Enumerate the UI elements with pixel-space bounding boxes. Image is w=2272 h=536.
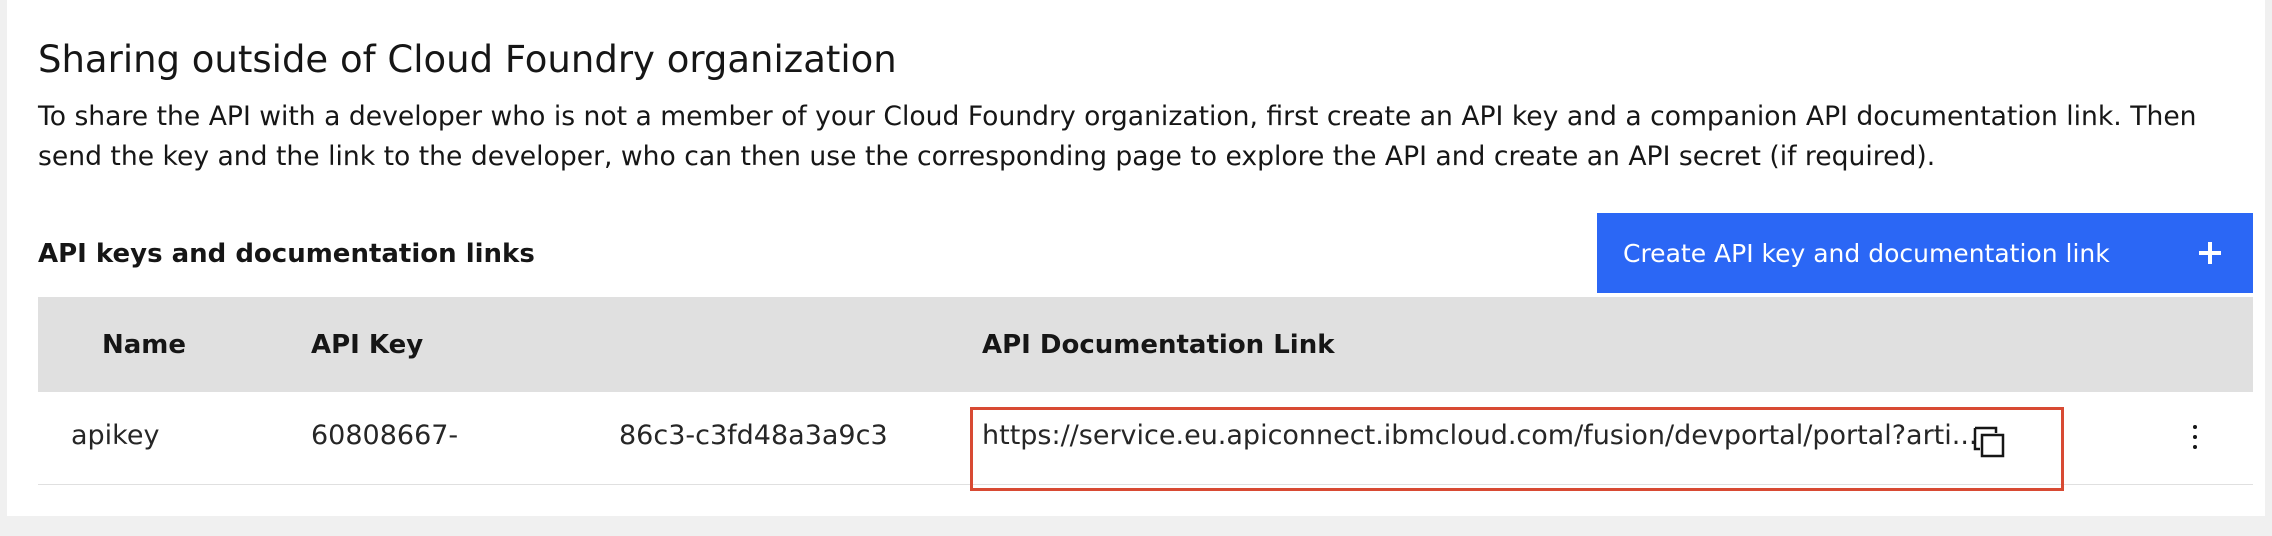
column-header-name: Name [102, 330, 187, 360]
api-keys-table-title: API keys and documentation links [38, 239, 535, 269]
plus-icon [2199, 242, 2221, 264]
create-api-key-button[interactable]: Create API key and documentation link [1597, 213, 2253, 293]
copy-icon [1973, 426, 2005, 458]
copy-link-button[interactable] [1968, 421, 2010, 463]
sharing-description: To share the API with a developer who is… [38, 101, 2197, 172]
row-overflow-menu-button[interactable] [2181, 419, 2209, 459]
sharing-panel: Sharing outside of Cloud Foundry organiz… [7, 0, 2265, 516]
page-title: Sharing outside of Cloud Foundry organiz… [38, 38, 897, 81]
overflow-dot [2193, 445, 2197, 449]
create-api-key-button-label: Create API key and documentation link [1623, 238, 2110, 268]
column-header-api-key: API Key [311, 330, 424, 360]
api-key-value-part1: 60808667- [311, 420, 459, 451]
overflow-menu-icon [2193, 425, 2197, 453]
table-row: apikey 60808667- 86c3-c3fd48a3a9c3 https… [38, 392, 2253, 485]
table-header: Name API Key API Documentation Link [38, 297, 2253, 392]
documentation-link[interactable]: https://service.eu.apiconnect.ibmcloud.c… [982, 416, 1981, 456]
api-keys-table: Name API Key API Documentation Link apik… [38, 297, 2253, 491]
api-key-value-part2: 86c3-c3fd48a3a9c3 [619, 420, 888, 451]
column-header-documentation-link: API Documentation Link [982, 330, 1335, 360]
overflow-dot [2193, 435, 2197, 439]
api-key-name: apikey [71, 420, 160, 451]
overflow-dot [2193, 425, 2197, 429]
